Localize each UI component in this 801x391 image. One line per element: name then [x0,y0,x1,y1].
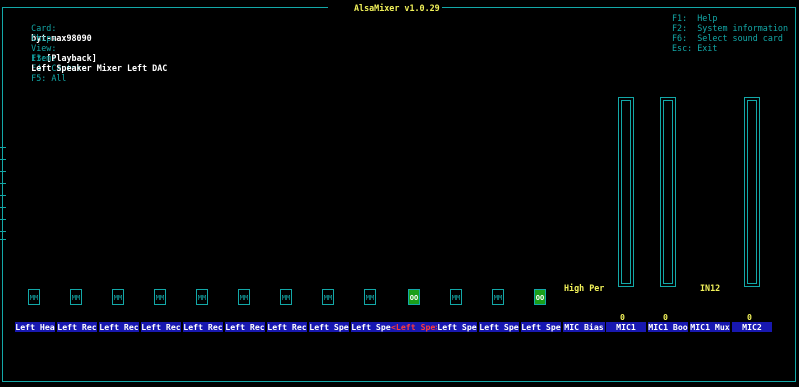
help-key: Esc: [672,43,693,53]
channel-label[interactable]: MIC2 [732,322,772,332]
channel-label[interactable]: Left Spe [479,322,519,332]
scroll-tick [0,183,6,184]
help-text: Select sound card [697,33,783,43]
help-text: Exit [697,43,718,53]
channel-label-selected[interactable]: <Left Spe> [391,322,440,332]
mute-toggle-active[interactable]: OO [408,289,420,305]
channel-label[interactable]: Left Spe [437,322,477,332]
channel-label[interactable]: Left Rec [267,322,307,332]
scroll-tick [0,219,6,220]
volume-bar-mic1[interactable] [618,97,634,287]
scroll-tick [0,171,6,172]
help-esc[interactable]: Esc: Exit [672,43,717,53]
item-label: Item: [31,53,57,63]
help-key: F1: [672,13,688,23]
item-row: Item: Left Speaker Mixer Left DAC [11,43,167,83]
scroll-tick [0,147,6,148]
mute-toggle[interactable]: MM [154,289,166,305]
mic1-value: 0 [620,312,625,322]
mute-toggle[interactable]: MM [364,289,376,305]
help-key: F2: [672,23,688,33]
mute-toggle[interactable]: MM [28,289,40,305]
help-key: F6: [672,33,688,43]
frame-top-left [2,7,328,8]
volume-bar-mic1-boost[interactable] [660,97,676,287]
help-text: Help [697,13,718,23]
mic1-mux-value[interactable]: IN12 [700,283,720,293]
volume-bar-track [621,100,631,284]
channel-label[interactable]: Left Spe [309,322,349,332]
channel-label[interactable]: Left Spe [521,322,561,332]
scroll-tick [0,239,6,240]
scroll-tick [0,231,6,232]
scroll-tick [0,195,6,196]
item-value: Left Speaker Mixer Left DAC [31,63,168,73]
channel-label[interactable]: Left Rec [99,322,139,332]
channel-label[interactable]: MIC1 [606,322,646,332]
mute-toggle[interactable]: MM [450,289,462,305]
scroll-tick [0,159,6,160]
volume-bar-mic2[interactable] [744,97,760,287]
mic-bias-value[interactable]: High Per [564,283,604,293]
mute-toggle-active[interactable]: OO [534,289,546,305]
frame-top-right [438,7,796,8]
help-text: System information [697,23,788,33]
mic2-value: 0 [747,312,752,322]
help-f6[interactable]: F6: Select sound card [672,33,783,43]
channel-label[interactable]: Left Rec [57,322,97,332]
mute-toggle[interactable]: MM [322,289,334,305]
mute-toggle[interactable]: MM [196,289,208,305]
help-f1[interactable]: F1: Help [672,13,717,23]
channel-label[interactable]: Left Rec [183,322,223,332]
scroll-tick [0,207,6,208]
channel-label[interactable]: MIC Bias [563,322,605,332]
mute-toggle[interactable]: MM [280,289,292,305]
volume-bar-track [747,100,757,284]
channel-label[interactable]: Left Hea [15,322,55,332]
mute-toggle[interactable]: MM [492,289,504,305]
volume-bar-track [663,100,673,284]
mute-toggle[interactable]: MM [70,289,82,305]
terminal-window: AlsaMixer v1.0.29 Card: byt-max98090 Chi… [0,0,799,387]
channel-label[interactable]: MIC1 Mux [690,322,730,332]
channel-label[interactable]: Left Rec [141,322,181,332]
help-f2[interactable]: F2: System information [672,23,788,33]
window-title: AlsaMixer v1.0.29 [352,3,442,13]
frame-bottom [2,381,796,382]
frame-right [795,7,796,382]
mute-toggle[interactable]: MM [112,289,124,305]
channel-label[interactable]: Left Spe [351,322,391,332]
mic1-boost-value: 0 [663,312,668,322]
mute-toggle[interactable]: MM [238,289,250,305]
channel-label[interactable]: MIC1 Boo [648,322,688,332]
channel-label[interactable]: Left Rec [225,322,265,332]
